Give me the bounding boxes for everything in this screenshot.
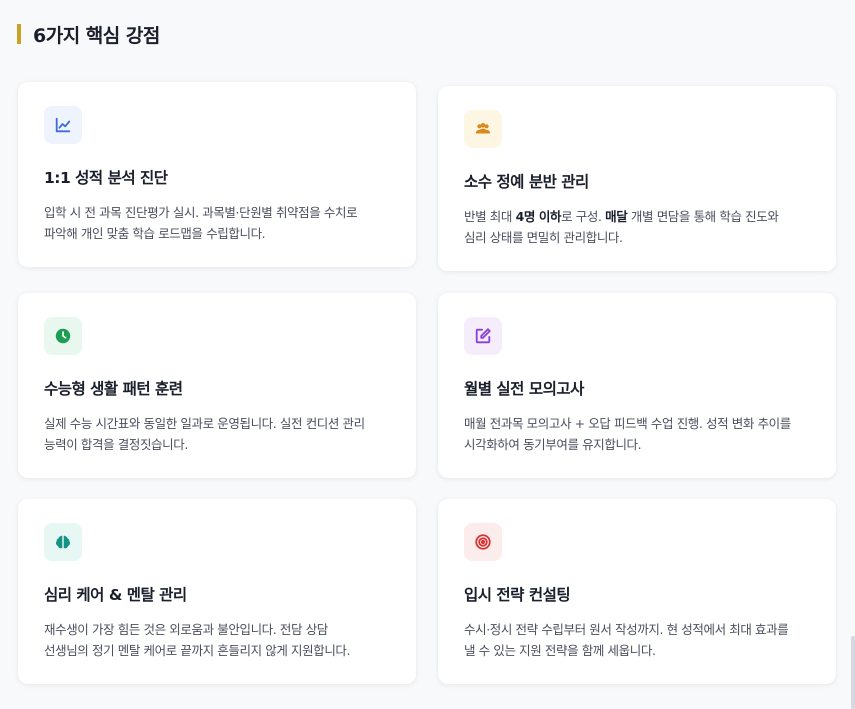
strength-card-admission-strategy: 입시 전략 컨설팅 수시·정시 전략 수립부터 원서 작성까지. 현 성적에서 …: [438, 499, 836, 684]
strength-card-lifestyle: 수능형 생활 패턴 훈련 실제 수능 시간표와 동일한 일과로 운영됩니다. 실…: [18, 293, 416, 478]
target-icon: [464, 523, 502, 561]
chart-line-icon: [44, 106, 82, 144]
people-group-icon: [464, 110, 502, 148]
card-description: 재수생이 가장 힘든 것은 외로움과 불안입니다. 전담 상담 선생님의 정기 …: [44, 622, 351, 658]
card-description: 입학 시 전 과목 진단평가 실시. 과목별·단원별 취약점을 수치로 파악해 …: [44, 205, 358, 241]
section-accent-bar: [17, 24, 21, 44]
card-title: 1:1 성적 분석 진단: [44, 169, 168, 187]
strength-card-mock-exam: 월별 실전 모의고사 매월 전과목 모의고사 + 오답 피드백 수업 진행. 성…: [438, 293, 836, 478]
section-title: 6가지 핵심 강점: [33, 24, 160, 47]
card-description: 실제 수능 시간표와 동일한 일과로 운영됩니다. 실전 컨디션 관리 능력이 …: [44, 416, 365, 452]
strength-card-small-class: 소수 정예 분반 관리 반별 최대 4명 이하로 구성. 매달 개별 면담을 통…: [438, 86, 836, 271]
card-title: 소수 정예 분반 관리: [464, 173, 589, 191]
card-title: 입시 전략 컨설팅: [464, 586, 571, 604]
strength-card-mental-care: 심리 케어 & 멘탈 관리 재수생이 가장 힘든 것은 외로움과 불안입니다. …: [18, 499, 416, 684]
card-title: 월별 실전 모의고사: [464, 380, 584, 398]
brain-icon: [44, 523, 82, 561]
card-title: 심리 케어 & 멘탈 관리: [44, 586, 187, 604]
card-title: 수능형 생활 패턴 훈련: [44, 380, 183, 398]
card-description: 수시·정시 전략 수립부터 원서 작성까지. 현 성적에서 최대 효과를 낼 수…: [464, 622, 789, 658]
edit-pencil-icon: [464, 317, 502, 355]
clock-icon: [44, 317, 82, 355]
card-description: 반별 최대 4명 이하로 구성. 매달 개별 면담을 통해 학습 진도와 심리 …: [464, 209, 779, 245]
scrollbar-thumb[interactable]: [851, 636, 855, 709]
strength-card-analysis: 1:1 성적 분석 진단 입학 시 전 과목 진단평가 실시. 과목별·단원별 …: [18, 82, 416, 267]
section-header: 6가지 핵심 강점: [17, 22, 160, 47]
card-description: 매월 전과목 모의고사 + 오답 피드백 수업 진행. 성적 변화 추이를 시각…: [464, 416, 791, 452]
